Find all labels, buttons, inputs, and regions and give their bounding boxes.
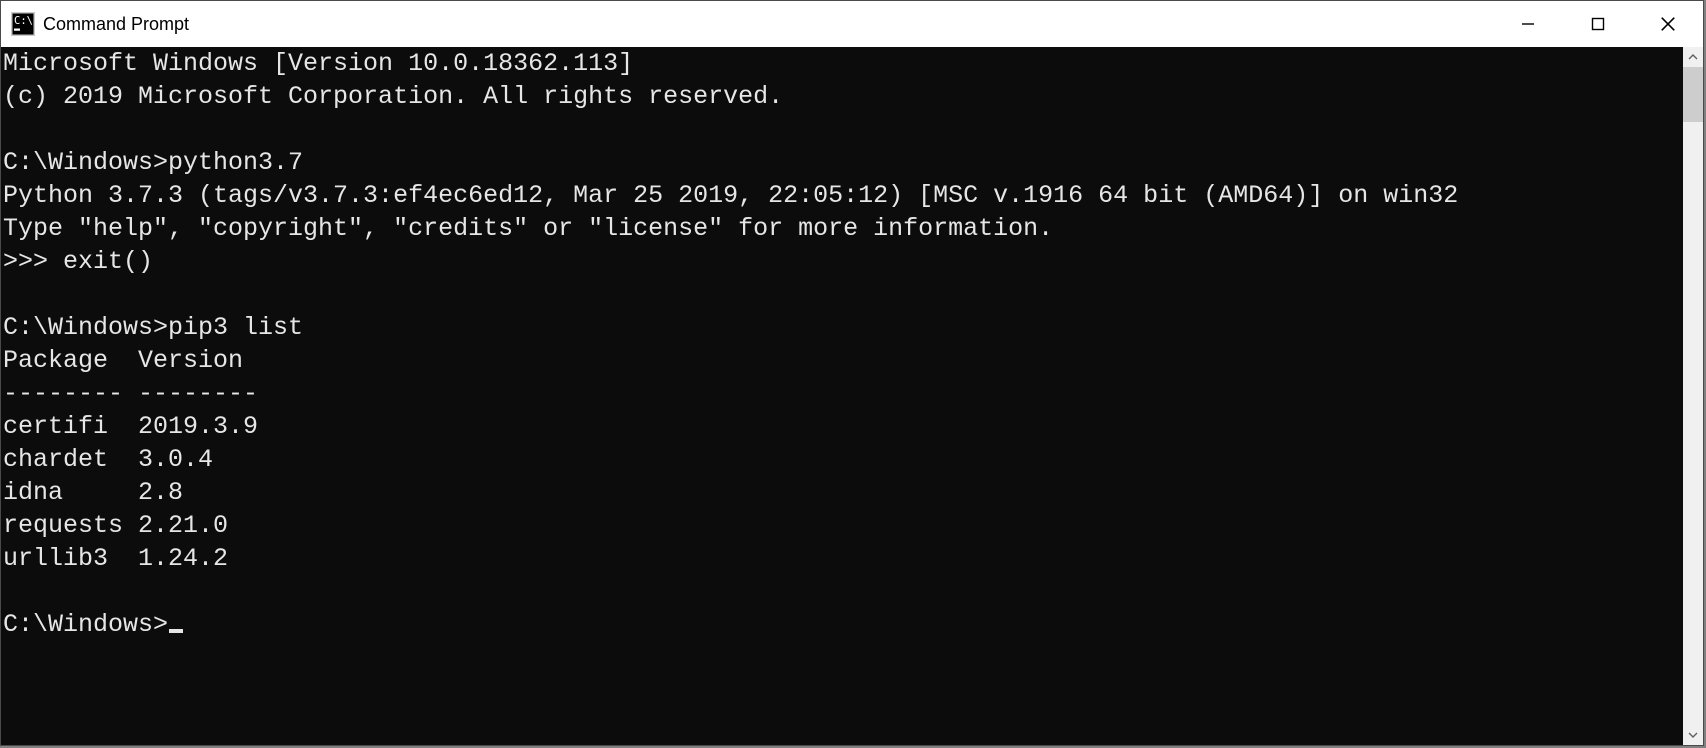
scroll-up-button[interactable] <box>1683 47 1703 67</box>
terminal-line: urllib3 1.24.2 <box>3 544 228 573</box>
vertical-scrollbar[interactable] <box>1683 47 1703 745</box>
command-prompt-window: C:\ Command Prompt Microsoft Windows [Ve… <box>0 0 1704 746</box>
scroll-thumb[interactable] <box>1683 67 1703 122</box>
terminal-line: (c) 2019 Microsoft Corporation. All righ… <box>3 82 783 111</box>
terminal-cursor <box>169 629 183 633</box>
close-button[interactable] <box>1633 1 1703 47</box>
title-left: C:\ Command Prompt <box>1 12 1493 36</box>
terminal-line: Type "help", "copyright", "credits" or "… <box>3 214 1053 243</box>
terminal-line: C:\Windows> <box>3 610 168 639</box>
maximize-button[interactable] <box>1563 1 1633 47</box>
terminal-line: C:\Windows>pip3 list <box>3 313 303 342</box>
terminal-line: certifi 2019.3.9 <box>3 412 258 441</box>
chevron-down-icon <box>1688 730 1698 741</box>
chevron-up-icon <box>1688 52 1698 63</box>
svg-text:C:\: C:\ <box>14 15 33 27</box>
terminal-line: Python 3.7.3 (tags/v3.7.3:ef4ec6ed12, Ma… <box>3 181 1458 210</box>
titlebar[interactable]: C:\ Command Prompt <box>1 1 1703 47</box>
scroll-down-button[interactable] <box>1683 725 1703 745</box>
terminal-line: >>> exit() <box>3 247 153 276</box>
terminal-line: C:\Windows>python3.7 <box>3 148 303 177</box>
terminal-line: -------- -------- <box>3 379 258 408</box>
cmd-icon: C:\ <box>11 12 35 36</box>
terminal-line: chardet 3.0.4 <box>3 445 213 474</box>
window-title: Command Prompt <box>43 14 189 35</box>
terminal-line: Microsoft Windows [Version 10.0.18362.11… <box>3 49 633 78</box>
minimize-button[interactable] <box>1493 1 1563 47</box>
terminal-line: idna 2.8 <box>3 478 183 507</box>
client-area: Microsoft Windows [Version 10.0.18362.11… <box>1 47 1703 745</box>
terminal-line: Package Version <box>3 346 243 375</box>
window-controls <box>1493 1 1703 47</box>
terminal-output[interactable]: Microsoft Windows [Version 10.0.18362.11… <box>1 47 1683 745</box>
terminal-line: requests 2.21.0 <box>3 511 228 540</box>
